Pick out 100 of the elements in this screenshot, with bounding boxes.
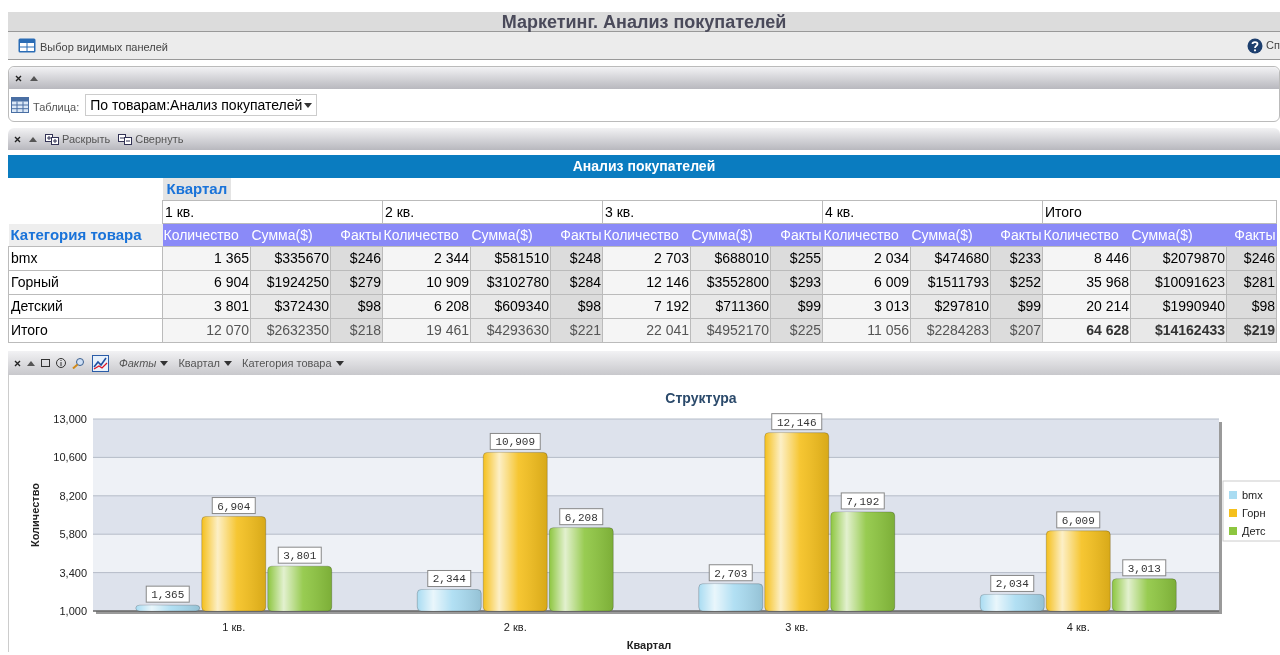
- table-cell: 6 208: [382, 294, 471, 319]
- collapse-icon[interactable]: [27, 360, 35, 366]
- row-header: Горный: [8, 270, 163, 295]
- value-label: 2,344: [427, 570, 472, 587]
- expand-icon: [45, 133, 59, 145]
- table-cell: 6 009: [822, 270, 911, 295]
- table-cell: $335670: [250, 246, 331, 271]
- table-cell: 20 214: [1042, 294, 1131, 319]
- column-header: Итого: [1042, 200, 1277, 224]
- panels-button[interactable]: Выбор видимых панелей: [18, 35, 168, 56]
- table-cell: $233: [990, 246, 1043, 271]
- table-cell: 22 041: [602, 318, 691, 343]
- field-label: Таблица:: [33, 100, 80, 116]
- table-cell: $474680: [910, 246, 991, 271]
- expand-button[interactable]: Раскрыть: [45, 130, 111, 148]
- axis-title: Квартал: [626, 639, 672, 651]
- collapse-icon[interactable]: [29, 136, 37, 142]
- help-icon: [1247, 37, 1264, 54]
- chart-type-icon[interactable]: [92, 354, 109, 372]
- legend-label: Горн: [1242, 507, 1266, 519]
- value-label: 6,009: [1056, 511, 1101, 529]
- row-header: Итого: [8, 318, 163, 343]
- value-label: 3,013: [1122, 559, 1167, 577]
- close-icon[interactable]: [15, 74, 22, 82]
- axis-tick-label: 1,000: [59, 605, 87, 617]
- table-cell: 3 013: [822, 294, 911, 319]
- value-label: 1,365: [145, 585, 190, 603]
- axis-tick-label: 2 кв.: [503, 621, 527, 633]
- close-icon[interactable]: [14, 359, 21, 367]
- table-cell: 3 801: [162, 294, 251, 319]
- table-cell: 6 904: [162, 270, 251, 295]
- filter-dropdown[interactable]: Категория товара: [242, 354, 344, 372]
- column-header: 4 кв.: [822, 200, 1043, 224]
- value-label: 6,208: [559, 508, 604, 526]
- caret-icon: [224, 360, 232, 366]
- filter-dropdown[interactable]: Квартал: [178, 354, 232, 372]
- legend-label: Детс: [1242, 525, 1266, 537]
- row-dimension-header: Категория товара: [8, 223, 163, 247]
- collapse-icon[interactable]: [30, 75, 38, 81]
- table-cell: 12 070: [162, 318, 251, 343]
- help-link[interactable]: Сп: [1247, 37, 1280, 54]
- table-cell: $246: [1226, 246, 1277, 271]
- table-cell: 10 909: [382, 270, 471, 295]
- table-cell: $2079870: [1130, 246, 1227, 271]
- legend-background: [1222, 480, 1280, 542]
- value-label: 3,801: [277, 546, 322, 564]
- table-select[interactable]: По товарам:Анализ покупателей: [85, 94, 318, 116]
- table-cell: $246: [330, 246, 383, 271]
- caret-icon: [160, 360, 169, 366]
- axis-tick-label: 3 кв.: [785, 621, 809, 633]
- table-cell: 2 703: [602, 246, 691, 271]
- info-icon[interactable]: [56, 358, 66, 368]
- close-icon[interactable]: [14, 135, 21, 143]
- value-label: 12,146: [771, 413, 823, 431]
- axis-tick-label: 8,200: [59, 489, 87, 502]
- axis-tick-label: 10,600: [53, 451, 87, 464]
- table-cell: $688010: [690, 246, 771, 271]
- table-icon: [11, 97, 29, 113]
- axis-tick-label: 5,800: [59, 528, 87, 541]
- table-cell: $248: [550, 246, 603, 271]
- value-label: 7,192: [840, 492, 885, 510]
- axis-tick-label: 1 кв.: [222, 621, 246, 633]
- column-header: 2 кв.: [382, 200, 603, 224]
- value-label: 2,703: [708, 564, 753, 582]
- table-title-bar: Анализ покупателей: [8, 155, 1280, 178]
- table-cell: 2 034: [822, 246, 911, 271]
- table-cell: 8 446: [1042, 246, 1131, 271]
- table-cell: $14162433: [1130, 318, 1227, 343]
- table-cell: 19 461: [382, 318, 471, 343]
- table-cell: 1 365: [162, 246, 251, 271]
- collapse-icon: [118, 133, 133, 145]
- axis-tick-label: 13,000: [53, 413, 87, 425]
- chart-title: Структура: [665, 390, 737, 406]
- axis-title: Количество: [29, 482, 41, 548]
- column-header: 3 кв.: [602, 200, 823, 224]
- axis-tick-label: 4 кв.: [1066, 621, 1090, 633]
- layout-icon: [18, 38, 36, 53]
- table-cell: 11 056: [822, 318, 911, 343]
- filter-dropdown[interactable]: Факты: [119, 354, 169, 372]
- value-label: 6,904: [211, 497, 256, 515]
- zoom-icon[interactable]: [72, 357, 86, 369]
- axis-tick-label: 3,400: [59, 566, 87, 579]
- caret-icon: [335, 360, 344, 366]
- table-cell: $581510: [470, 246, 551, 271]
- column-header: 1 кв.: [162, 200, 383, 224]
- table-cell: 2 344: [382, 246, 471, 271]
- column-dimension-label: Квартал: [162, 178, 232, 200]
- table-cell: $1990940: [1130, 294, 1227, 319]
- table-cell: 35 968: [1042, 270, 1131, 295]
- value-label: 10,909: [489, 432, 541, 450]
- table-cell: 64 628: [1042, 318, 1131, 343]
- table-cell: 12 146: [602, 270, 691, 295]
- row-header: Детский: [8, 294, 163, 319]
- maximize-icon[interactable]: [41, 359, 50, 367]
- collapse-button[interactable]: Свернуть: [118, 130, 184, 148]
- value-label: 2,034: [990, 574, 1035, 592]
- legend-label: bmx: [1242, 489, 1263, 501]
- window-title: Маркетинг. Анализ покупателей: [501, 12, 787, 31]
- table-cell: 7 192: [602, 294, 691, 319]
- row-header: bmx: [8, 246, 163, 271]
